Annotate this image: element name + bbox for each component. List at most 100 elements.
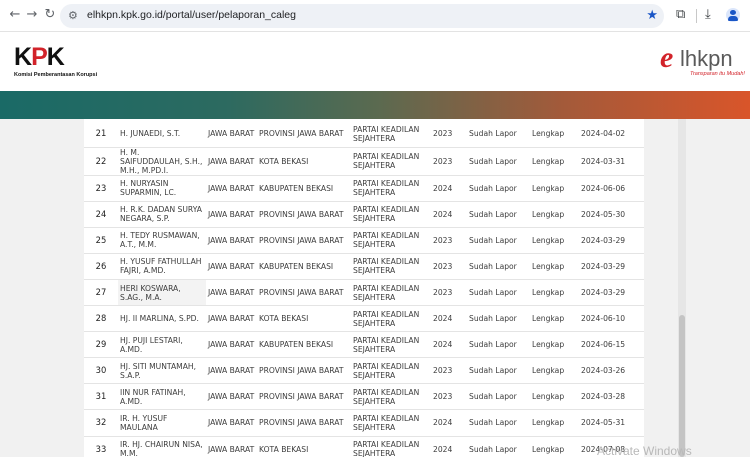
province: JAWA BARAT xyxy=(206,305,257,333)
report-date: 2024-03-29 xyxy=(579,227,644,254)
kpk-letter: K xyxy=(14,43,32,71)
table-row: 23 H. NURYASIN SUPARMIN, LC. JAWA BARAT KAB… xyxy=(84,175,644,202)
table-row: 28 HJ. II MARLINA, S.PD. JAWA BARAT KOTA BE… xyxy=(84,305,644,333)
report-year: 2023 xyxy=(431,383,467,411)
report-date: 2024-03-29 xyxy=(579,279,644,307)
candidate-name: IR. H. YUSUF MAULANA xyxy=(118,409,206,437)
row-number: 24 xyxy=(84,201,118,228)
back-arrow-icon[interactable]: ← xyxy=(8,8,22,22)
party-name: PARTAI KEADILAN SEJAHTERA xyxy=(351,357,431,385)
party-name: PARTAI KEADILAN SEJAHTERA xyxy=(351,305,431,333)
electoral-district: PROVINSI JAWA BARAT xyxy=(257,201,351,228)
province: JAWA BARAT xyxy=(206,121,257,148)
kpk-subtitle: Komisi Pemberantasan Korupsi xyxy=(14,72,98,78)
report-date: 2024-05-30 xyxy=(579,201,644,228)
row-number: 25 xyxy=(84,227,118,254)
profile-avatar-icon[interactable] xyxy=(726,8,740,22)
report-year: 2024 xyxy=(431,201,467,228)
party-name: PARTAI KEADILAN SEJAHTERA xyxy=(351,331,431,359)
province: JAWA BARAT xyxy=(206,279,257,307)
candidate-name: IR. HJ. CHAIRUN NISA, M.M. xyxy=(118,436,206,457)
report-date: 2024-04-02 xyxy=(579,121,644,148)
page-scrollbar[interactable] xyxy=(678,119,686,457)
row-number: 28 xyxy=(84,305,118,333)
table-row: 26 H. YUSUF FATHULLAH FAJRI, A.MD. JAWA BA… xyxy=(84,253,644,280)
scrollbar-thumb[interactable] xyxy=(679,315,685,457)
caleg-report-table: 21 H. JUNAEDI, S.T. JAWA BARAT PROVINSI JAW… xyxy=(84,121,644,457)
elhkpn-logo[interactable]: e lhkpn Transparan itu Mudah! xyxy=(660,43,750,83)
candidate-name: H. NURYASIN SUPARMIN, LC. xyxy=(118,175,206,202)
kpk-logo[interactable]: KPK Komisi Pemberantasan Korupsi xyxy=(14,45,104,81)
electoral-district: KOTA BEKASI xyxy=(257,147,351,176)
forward-arrow-icon[interactable]: → xyxy=(25,8,39,22)
electoral-district: PROVINSI JAWA BARAT xyxy=(257,409,351,437)
candidate-name: H. R.K. DADAN SURYA NEGARA, S.P. xyxy=(118,201,206,228)
electoral-district: KOTA BEKASI xyxy=(257,436,351,457)
report-status: Sudah Lapor xyxy=(467,436,530,457)
completeness-status: Lengkap xyxy=(530,436,579,457)
report-status: Sudah Lapor xyxy=(467,305,530,333)
party-name: PARTAI KEADILAN SEJAHTERA xyxy=(351,409,431,437)
report-year: 2024 xyxy=(431,305,467,333)
candidate-name: H. YUSUF FATHULLAH FAJRI, A.MD. xyxy=(118,253,206,280)
report-status: Sudah Lapor xyxy=(467,253,530,280)
report-year: 2024 xyxy=(431,331,467,359)
report-status: Sudah Lapor xyxy=(467,201,530,228)
report-year: 2023 xyxy=(431,227,467,254)
report-year: 2023 xyxy=(431,279,467,307)
row-number: 22 xyxy=(84,147,118,176)
party-name: PARTAI KEADILAN SEJAHTERA xyxy=(351,201,431,228)
table-row: 21 H. JUNAEDI, S.T. JAWA BARAT PROVINSI JAW… xyxy=(84,121,644,148)
electoral-district: PROVINSI JAWA BARAT xyxy=(257,279,351,307)
report-date: 2024-03-29 xyxy=(579,253,644,280)
table-row: 24 H. R.K. DADAN SURYA NEGARA, S.P. JAWA B… xyxy=(84,201,644,228)
electoral-district: KOTA BEKASI xyxy=(257,305,351,333)
row-number: 31 xyxy=(84,383,118,411)
candidate-name: H. M. SAIFUDDAULAH, S.H., M.H., M.PD.I. xyxy=(118,147,206,176)
browser-toolbar: ← → ↻ ⚙ elhkpn.kpk.go.id/portal/user/pel… xyxy=(0,0,750,32)
candidate-name: HERI KOSWARA, S.AG., M.A. xyxy=(118,279,206,307)
kpk-letter: P xyxy=(31,43,48,71)
party-name: PARTAI KEADILAN SEJAHTERA xyxy=(351,147,431,176)
electoral-district: PROVINSI JAWA BARAT xyxy=(257,121,351,148)
report-year: 2023 xyxy=(431,147,467,176)
candidate-name: H. JUNAEDI, S.T. xyxy=(118,121,206,148)
province: JAWA BARAT xyxy=(206,409,257,437)
row-number: 30 xyxy=(84,357,118,385)
page-body: 21 H. JUNAEDI, S.T. JAWA BARAT PROVINSI JAW… xyxy=(0,119,750,457)
electoral-district: KABUPATEN BEKASI xyxy=(257,253,351,280)
province: JAWA BARAT xyxy=(206,383,257,411)
province: JAWA BARAT xyxy=(206,331,257,359)
reload-icon[interactable]: ↻ xyxy=(43,8,57,22)
download-icon[interactable]: ⤓ xyxy=(705,7,711,22)
electoral-district: KABUPATEN BEKASI xyxy=(257,331,351,359)
province: JAWA BARAT xyxy=(206,147,257,176)
report-status: Sudah Lapor xyxy=(467,279,530,307)
candidate-name: HJ. II MARLINA, S.PD. xyxy=(118,305,206,333)
province: JAWA BARAT xyxy=(206,227,257,254)
party-name: PARTAI KEADILAN SEJAHTERA xyxy=(351,383,431,411)
electoral-district: KABUPATEN BEKASI xyxy=(257,175,351,202)
site-settings-icon[interactable]: ⚙ xyxy=(68,9,78,22)
completeness-status: Lengkap xyxy=(530,227,579,254)
candidate-name: HJ. PUJI LESTARI, A.MD. xyxy=(118,331,206,359)
report-year: 2024 xyxy=(431,175,467,202)
table-row: 30 HJ. SITI MUNTAMAH, S.A.P. JAWA BARAT PRO… xyxy=(84,357,644,385)
province: JAWA BARAT xyxy=(206,253,257,280)
report-status: Sudah Lapor xyxy=(467,331,530,359)
report-year: 2023 xyxy=(431,121,467,148)
address-bar[interactable]: ⚙ elhkpn.kpk.go.id/portal/user/pelaporan… xyxy=(60,4,664,28)
table-row: 25 H. TEDY RUSMAWAN, A.T., M.M. JAWA BARAT… xyxy=(84,227,644,254)
row-number: 23 xyxy=(84,175,118,202)
report-year: 2024 xyxy=(431,436,467,457)
row-number: 29 xyxy=(84,331,118,359)
electoral-district: PROVINSI JAWA BARAT xyxy=(257,383,351,411)
row-number: 26 xyxy=(84,253,118,280)
bookmark-star-icon[interactable]: ★ xyxy=(646,8,658,23)
url-text[interactable]: elhkpn.kpk.go.id/portal/user/pelaporan_c… xyxy=(87,9,296,21)
completeness-status: Lengkap xyxy=(530,201,579,228)
header-gradient-bar xyxy=(0,91,750,119)
candidate-name: HJ. SITI MUNTAMAH, S.A.P. xyxy=(118,357,206,385)
extensions-icon[interactable]: ⧉ xyxy=(676,7,685,22)
report-date: 2024-03-28 xyxy=(579,383,644,411)
